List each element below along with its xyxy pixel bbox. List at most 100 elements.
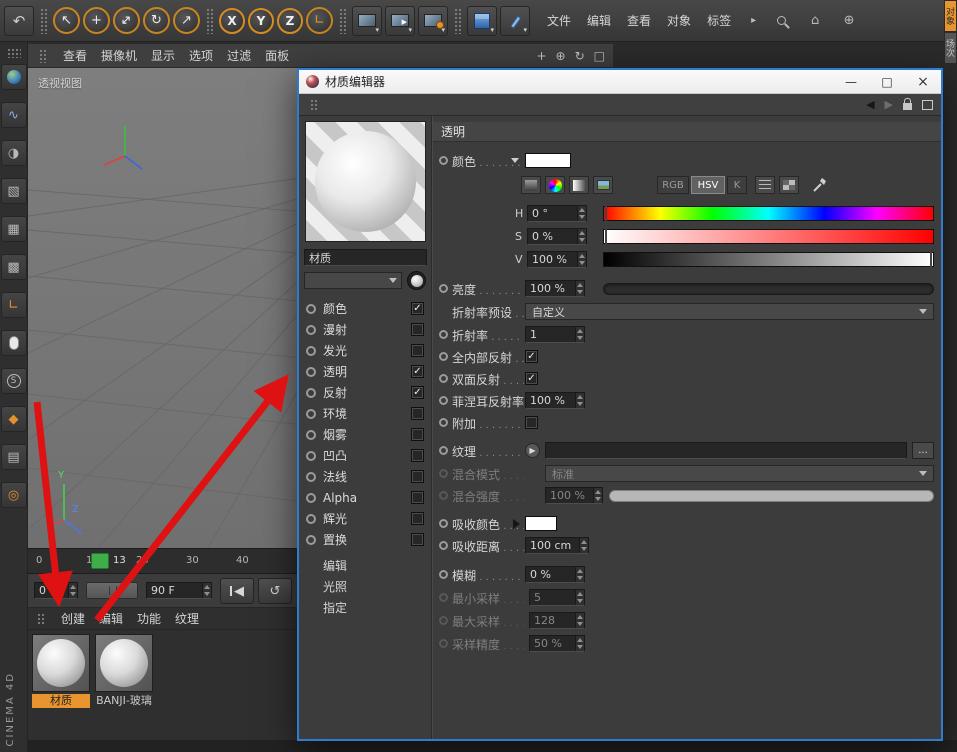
toolbar-grip[interactable]	[339, 8, 346, 34]
anim-dot-icon[interactable]	[439, 396, 448, 405]
brightness-field[interactable]: 100 %	[525, 280, 585, 297]
search-button[interactable]	[772, 12, 790, 30]
channel-dot-icon[interactable]	[306, 430, 316, 440]
channel-dot-icon[interactable]	[306, 346, 316, 356]
material-name-label[interactable]: BANJI-玻璃	[95, 694, 153, 708]
hue-field[interactable]: 0 °	[527, 205, 587, 222]
channel-checkbox[interactable]	[411, 428, 424, 441]
channel-checkbox[interactable]	[411, 407, 424, 420]
toolbar-grip[interactable]	[310, 99, 317, 111]
undo-button[interactable]: ↶	[4, 6, 34, 36]
channel-label[interactable]: 法线	[323, 468, 411, 485]
globe-icon[interactable]	[1, 64, 27, 90]
cube-tool-icon[interactable]: ▧	[1, 178, 27, 204]
axis-lock-button[interactable]: Y	[248, 8, 274, 34]
timeline-range-slider[interactable]	[86, 582, 138, 599]
texture-browse-button[interactable]: ...	[912, 442, 934, 459]
menu-item[interactable]: 对象	[667, 12, 691, 29]
channel-row[interactable]: 漫射	[299, 319, 431, 340]
channel-checkbox[interactable]	[411, 533, 424, 546]
rotate-tool[interactable]: ↻	[143, 7, 170, 34]
material-name-label[interactable]: 材质	[32, 694, 90, 708]
viewport-menu-item[interactable]: 显示	[151, 47, 175, 64]
toggle-view-icon[interactable]: □	[594, 49, 605, 63]
channel-dot-icon[interactable]	[306, 514, 316, 524]
swatches-button[interactable]	[779, 176, 799, 194]
anim-dot-icon[interactable]	[439, 374, 448, 383]
channel-row[interactable]: 颜色 ✓	[299, 298, 431, 319]
channel-row[interactable]: 凹凸	[299, 445, 431, 466]
color-preset-arrow-icon[interactable]	[511, 158, 519, 163]
viewport-menu-item[interactable]: 查看	[63, 47, 87, 64]
channel-dot-icon[interactable]	[306, 472, 316, 482]
toolbar-grip[interactable]	[206, 8, 213, 34]
channel-checkbox[interactable]	[411, 344, 424, 357]
rgb-mode-button[interactable]: RGB	[657, 176, 689, 194]
toolbar-grip[interactable]	[7, 48, 21, 58]
saturation-field[interactable]: 0 %	[527, 228, 587, 245]
channel-row[interactable]: 烟雾	[299, 424, 431, 445]
preview-shape-button[interactable]	[407, 271, 426, 290]
pen-button[interactable]: ▾	[500, 6, 530, 36]
brightness-slider[interactable]	[603, 283, 934, 295]
viewport-menu-item[interactable]: 面板	[265, 47, 289, 64]
play-reverse-button[interactable]: ↺	[258, 578, 292, 604]
anim-dot-icon[interactable]	[439, 570, 448, 579]
material-name-field[interactable]: 材质	[304, 249, 427, 266]
minimize-button[interactable]: —	[833, 70, 869, 93]
channel-row[interactable]: 透明 ✓	[299, 361, 431, 382]
channel-dot-icon[interactable]	[306, 451, 316, 461]
toolbar-grip[interactable]	[454, 8, 461, 34]
material-thumbnail[interactable]	[95, 634, 153, 692]
material-menu-item[interactable]: 创建	[61, 610, 85, 627]
channel-label[interactable]: 反射	[323, 384, 411, 401]
hue-gradient-bar[interactable]	[603, 206, 934, 221]
channel-checkbox[interactable]: ✓	[411, 386, 424, 399]
double-sided-checkbox[interactable]: ✓	[525, 372, 538, 385]
history-back-icon[interactable]: ◀	[866, 99, 874, 110]
channel-action-item[interactable]: 光照	[299, 577, 431, 598]
last-tool[interactable]: ↗	[173, 7, 200, 34]
texture-expand-button[interactable]: ▶	[525, 443, 540, 458]
channel-dot-icon[interactable]	[306, 409, 316, 419]
paint-icon[interactable]: ◆	[1, 406, 27, 432]
value-field[interactable]: 100 %	[527, 251, 587, 268]
axis-lock-button[interactable]: X	[219, 8, 245, 34]
fresnel-field[interactable]: 100 %	[525, 392, 585, 409]
material-preview[interactable]	[305, 121, 426, 242]
mouse-icon[interactable]	[1, 330, 27, 356]
history-forward-icon[interactable]: ▶	[885, 99, 893, 110]
blur-field[interactable]: 0 %	[525, 566, 585, 583]
lock-icon[interactable]	[903, 103, 912, 110]
channel-label[interactable]: Alpha	[323, 491, 411, 505]
close-button[interactable]: ×	[905, 70, 941, 93]
link-button[interactable]: ⊕	[840, 12, 858, 30]
channel-checkbox[interactable]	[411, 449, 424, 462]
channel-label[interactable]: 置换	[323, 531, 411, 548]
channel-row[interactable]: 发光	[299, 340, 431, 361]
viewport-menu-item[interactable]: 摄像机	[101, 47, 137, 64]
channel-checkbox[interactable]: ✓	[411, 302, 424, 315]
anim-dot-icon[interactable]	[439, 519, 448, 528]
channel-label[interactable]: 漫射	[323, 321, 411, 338]
menu-overflow-icon[interactable]: ▸	[751, 15, 756, 26]
texture-field[interactable]	[545, 442, 907, 459]
render-picture-button[interactable]: ▶▾	[385, 6, 415, 36]
channel-dot-icon[interactable]	[306, 388, 316, 398]
spinner[interactable]	[202, 583, 211, 598]
channel-row[interactable]: 辉光	[299, 508, 431, 529]
render-settings-button[interactable]: ▾	[418, 6, 448, 36]
menu-item[interactable]: 编辑	[587, 12, 611, 29]
tir-checkbox[interactable]: ✓	[525, 350, 538, 363]
rotate-view-icon[interactable]: ↻	[575, 49, 585, 63]
maximize-button[interactable]: □	[869, 70, 905, 93]
channel-row[interactable]: 置换	[299, 529, 431, 550]
channel-label[interactable]: 辉光	[323, 510, 411, 527]
channel-checkbox[interactable]	[411, 512, 424, 525]
array-icon[interactable]: ▦	[1, 216, 27, 242]
toolbar-grip[interactable]	[40, 8, 47, 34]
menu-item[interactable]: 文件	[547, 12, 571, 29]
channel-dot-icon[interactable]	[306, 325, 316, 335]
anim-dot-icon[interactable]	[439, 446, 448, 455]
checker-sphere-icon[interactable]: ◑	[1, 140, 27, 166]
